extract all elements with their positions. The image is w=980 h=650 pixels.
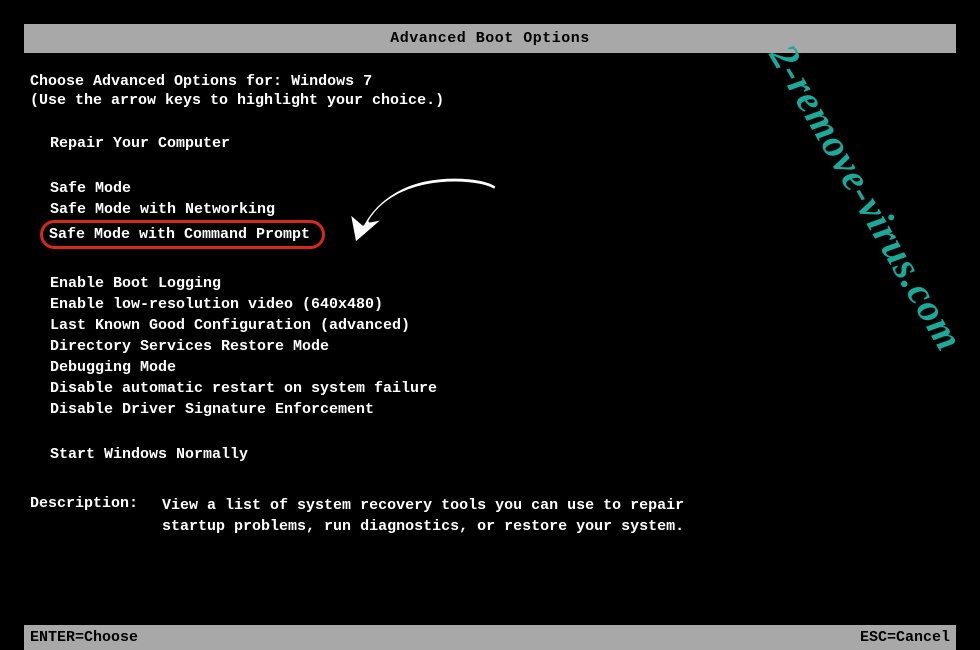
group-normal: Start Windows Normally — [50, 444, 950, 465]
content-area: Choose Advanced Options for: Windows 7 (… — [0, 53, 980, 537]
intro-line: Choose Advanced Options for: Windows 7 — [30, 73, 950, 90]
title-bar: Advanced Boot Options — [24, 24, 956, 53]
option-directory-services-restore[interactable]: Directory Services Restore Mode — [50, 336, 950, 357]
intro-hint: (Use the arrow keys to highlight your ch… — [30, 92, 950, 109]
option-start-normally[interactable]: Start Windows Normally — [50, 444, 950, 465]
option-last-known-good[interactable]: Last Known Good Configuration (advanced) — [50, 315, 950, 336]
option-disable-driver-sig[interactable]: Disable Driver Signature Enforcement — [50, 399, 950, 420]
window-title: Advanced Boot Options — [390, 30, 590, 47]
option-disable-auto-restart[interactable]: Disable automatic restart on system fail… — [50, 378, 950, 399]
option-safe-mode-cmd-row[interactable]: Safe Mode with Command Prompt — [50, 220, 950, 249]
footer-enter: ENTER=Choose — [30, 629, 138, 646]
description-label: Description: — [30, 495, 138, 537]
option-low-res-video[interactable]: Enable low-resolution video (640x480) — [50, 294, 950, 315]
group-advanced: Enable Boot Logging Enable low-resolutio… — [50, 273, 950, 420]
option-safe-mode[interactable]: Safe Mode — [50, 178, 950, 199]
option-safe-mode-cmd: Safe Mode with Command Prompt — [49, 226, 310, 243]
option-safe-mode-networking[interactable]: Safe Mode with Networking — [50, 199, 950, 220]
highlight-circle: Safe Mode with Command Prompt — [40, 220, 325, 249]
option-repair-computer[interactable]: Repair Your Computer — [50, 133, 950, 154]
option-debugging-mode[interactable]: Debugging Mode — [50, 357, 950, 378]
footer-esc: ESC=Cancel — [860, 629, 950, 646]
description-block: Description: View a list of system recov… — [30, 495, 950, 537]
group-repair: Repair Your Computer — [50, 133, 950, 154]
footer-bar: ENTER=Choose ESC=Cancel — [24, 625, 956, 650]
intro-prefix: Choose Advanced Options for: — [30, 73, 282, 90]
group-safe-mode: Safe Mode Safe Mode with Networking Safe… — [50, 178, 950, 249]
description-text: View a list of system recovery tools you… — [162, 495, 722, 537]
option-enable-boot-logging[interactable]: Enable Boot Logging — [50, 273, 950, 294]
os-name: Windows 7 — [291, 73, 372, 90]
